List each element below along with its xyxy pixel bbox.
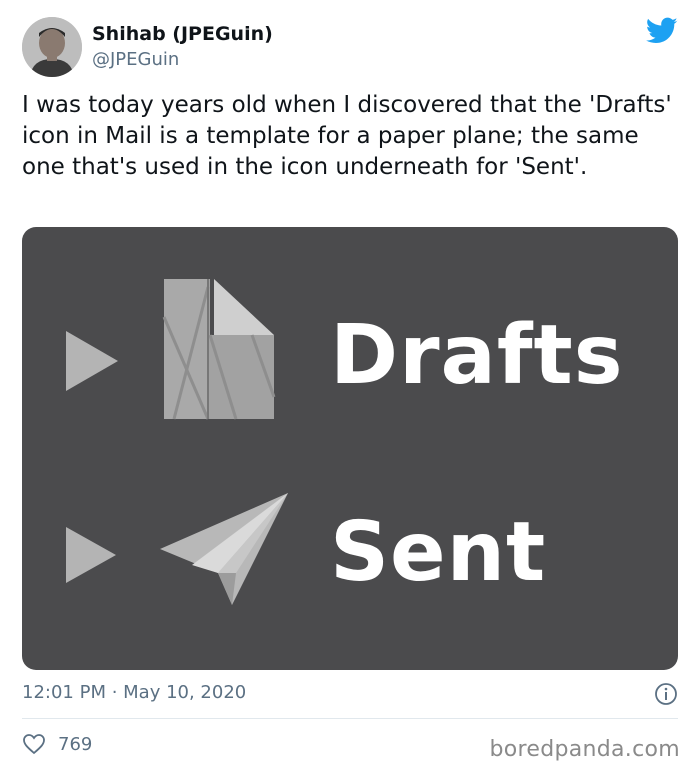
like-count: 769 xyxy=(58,733,93,755)
tweet-card: Shihab (JPEGuin) @JPEGuin I was today ye… xyxy=(0,0,700,774)
avatar-image xyxy=(22,17,82,77)
heart-icon[interactable] xyxy=(22,733,46,755)
disclosure-triangle-icon xyxy=(66,331,118,391)
info-icon[interactable] xyxy=(654,682,678,706)
media-illustration xyxy=(66,279,288,605)
tweet-text: I was today years old when I discovered … xyxy=(22,92,679,180)
divider xyxy=(22,718,678,719)
tweet-timestamp[interactable]: 12:01 PM · May 10, 2020 xyxy=(22,682,246,704)
twitter-bird-icon[interactable] xyxy=(646,17,678,45)
author-name[interactable]: Shihab (JPEGuin) xyxy=(92,22,273,46)
watermark: boredpanda.com xyxy=(489,737,680,762)
disclosure-triangle-icon xyxy=(66,527,116,583)
drafts-label: Drafts xyxy=(330,308,624,403)
avatar[interactable] xyxy=(22,17,82,77)
like-group[interactable]: 769 xyxy=(22,733,92,755)
author-block: Shihab (JPEGuin) @JPEGuin xyxy=(92,22,273,72)
drafts-folded-paper-icon xyxy=(162,279,276,420)
sent-label: Sent xyxy=(330,505,547,600)
tweet-media[interactable]: Drafts Sent xyxy=(22,227,678,670)
paper-plane-icon xyxy=(160,493,288,605)
author-handle[interactable]: @JPEGuin xyxy=(92,48,273,72)
